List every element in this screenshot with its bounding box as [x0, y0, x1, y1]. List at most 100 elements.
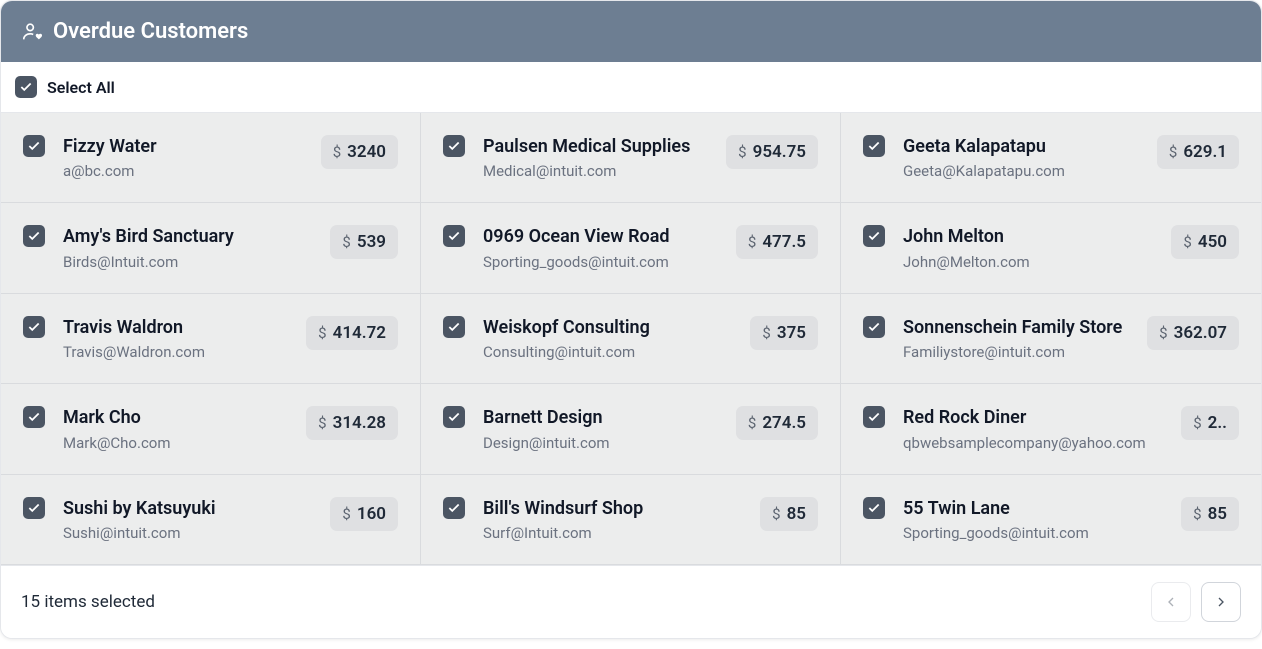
customer-name: Weiskopf Consulting: [483, 316, 738, 339]
customer-checkbox[interactable]: [443, 316, 465, 338]
select-all-label: Select All: [47, 78, 115, 97]
chevron-right-icon: [1213, 594, 1229, 610]
amount-badge: $362.07: [1147, 316, 1239, 350]
amount-badge: $85: [760, 497, 818, 531]
customer-checkbox[interactable]: [23, 497, 45, 519]
customer-content: Sonnenschein Family StoreFamiliystore@in…: [903, 316, 1239, 361]
panel-header: Overdue Customers: [1, 1, 1261, 62]
prev-page-button[interactable]: [1151, 582, 1191, 622]
customer-text: Amy's Bird SanctuaryBirds@Intuit.com: [63, 225, 318, 270]
customer-content: Sushi by KatsuyukiSushi@intuit.com$160: [63, 497, 398, 542]
customer-card[interactable]: Red Rock Dinerqbwebsamplecompany@yahoo.c…: [841, 384, 1261, 474]
customer-name: Sonnenschein Family Store: [903, 316, 1135, 339]
dollar-icon: $: [748, 414, 756, 432]
amount-badge: $477.5: [736, 225, 818, 259]
customer-card[interactable]: Sonnenschein Family StoreFamiliystore@in…: [841, 294, 1261, 384]
customer-checkbox[interactable]: [23, 135, 45, 157]
customer-card[interactable]: Weiskopf Consulting Consulting@intuit.com…: [421, 294, 841, 384]
customer-content: John MeltonJohn@Melton.com $450: [903, 225, 1239, 270]
customer-checkbox[interactable]: [23, 225, 45, 247]
customer-checkbox[interactable]: [863, 316, 885, 338]
amount-value: 954.75: [753, 142, 806, 162]
customer-card[interactable]: Fizzy Watera@bc.com$3240: [1, 113, 421, 203]
customer-content: Paulsen Medical SuppliesMedical@intuit.c…: [483, 135, 818, 180]
customer-card[interactable]: 0969 Ocean View RoadSporting_goods@intui…: [421, 203, 841, 293]
amount-value: 160: [357, 504, 386, 524]
chevron-left-icon: [1163, 594, 1179, 610]
customer-content: Bill's Windsurf ShopSurf@Intuit.com $85: [483, 497, 818, 542]
amount-badge: $954.75: [726, 135, 818, 169]
customer-card[interactable]: Paulsen Medical SuppliesMedical@intuit.c…: [421, 113, 841, 203]
pagination-nav: [1151, 582, 1241, 622]
dollar-icon: $: [748, 233, 756, 251]
customer-email: Birds@Intuit.com: [63, 253, 318, 271]
customer-text: Weiskopf Consulting Consulting@intuit.com: [483, 316, 738, 361]
amount-badge: $314.28: [306, 406, 398, 440]
customer-email: Sushi@intuit.com: [63, 524, 318, 542]
customer-content: Red Rock Dinerqbwebsamplecompany@yahoo.c…: [903, 406, 1239, 451]
customer-card[interactable]: Mark ChoMark@Cho.com $314.28: [1, 384, 421, 474]
customer-text: Paulsen Medical SuppliesMedical@intuit.c…: [483, 135, 714, 180]
customer-card[interactable]: 55 Twin LaneSporting_goods@intuit.com$85: [841, 475, 1261, 565]
customer-text: Sushi by Katsuyuki Sushi@intuit.com: [63, 497, 318, 542]
customer-checkbox[interactable]: [863, 135, 885, 157]
dollar-icon: $: [1183, 233, 1191, 251]
selection-status: 15 items selected: [21, 592, 155, 612]
customer-checkbox[interactable]: [23, 316, 45, 338]
amount-badge: $539: [330, 225, 398, 259]
customer-text: John MeltonJohn@Melton.com: [903, 225, 1159, 270]
amount-value: 85: [787, 504, 806, 524]
select-all-bar: Select All: [1, 62, 1261, 113]
customer-email: qbwebsamplecompany@yahoo.com: [903, 434, 1169, 452]
customer-text: Geeta KalapatapuGeeta@Kalapatapu.com: [903, 135, 1145, 180]
customer-text: Barnett DesignDesign@intuit.com: [483, 406, 724, 451]
customer-content: Amy's Bird SanctuaryBirds@Intuit.com $539: [63, 225, 398, 270]
customer-text: Fizzy Watera@bc.com: [63, 135, 309, 180]
customer-content: Barnett DesignDesign@intuit.com $274.5: [483, 406, 818, 451]
customer-name: Sushi by Katsuyuki: [63, 497, 318, 520]
customer-card[interactable]: Geeta KalapatapuGeeta@Kalapatapu.com$629…: [841, 113, 1261, 203]
customer-checkbox[interactable]: [863, 497, 885, 519]
customer-checkbox[interactable]: [23, 406, 45, 428]
customer-text: Travis WaldronTravis@Waldron.com: [63, 316, 294, 361]
customer-checkbox[interactable]: [443, 406, 465, 428]
amount-badge: $450: [1171, 225, 1239, 259]
amount-value: 2..: [1208, 413, 1227, 433]
customer-card[interactable]: Bill's Windsurf ShopSurf@Intuit.com $85: [421, 475, 841, 565]
customer-checkbox[interactable]: [443, 135, 465, 157]
customer-name: 0969 Ocean View Road: [483, 225, 724, 248]
customer-card[interactable]: Amy's Bird SanctuaryBirds@Intuit.com $539: [1, 203, 421, 293]
customer-name: Paulsen Medical Supplies: [483, 135, 714, 158]
panel-title: Overdue Customers: [53, 19, 248, 44]
customer-content: 55 Twin LaneSporting_goods@intuit.com$85: [903, 497, 1239, 542]
customer-checkbox[interactable]: [443, 497, 465, 519]
amount-value: 375: [777, 323, 806, 343]
customer-checkbox[interactable]: [863, 225, 885, 247]
customer-card[interactable]: John MeltonJohn@Melton.com $450: [841, 203, 1261, 293]
amount-value: 85: [1208, 504, 1227, 524]
next-page-button[interactable]: [1201, 582, 1241, 622]
amount-value: 274.5: [762, 413, 806, 433]
customer-checkbox[interactable]: [443, 225, 465, 247]
customer-name: 55 Twin Lane: [903, 497, 1169, 520]
amount-value: 314.28: [333, 413, 386, 433]
customer-email: Geeta@Kalapatapu.com: [903, 162, 1145, 180]
customer-card[interactable]: Travis WaldronTravis@Waldron.com $414.72: [1, 294, 421, 384]
customer-text: Bill's Windsurf ShopSurf@Intuit.com: [483, 497, 748, 542]
amount-badge: $85: [1181, 497, 1239, 531]
customer-checkbox[interactable]: [863, 406, 885, 428]
amount-value: 629.1: [1183, 142, 1227, 162]
amount-badge: $274.5: [736, 406, 818, 440]
dollar-icon: $: [318, 414, 326, 432]
customer-text: Mark ChoMark@Cho.com: [63, 406, 294, 451]
customer-card[interactable]: Barnett DesignDesign@intuit.com $274.5: [421, 384, 841, 474]
customer-content: 0969 Ocean View RoadSporting_goods@intui…: [483, 225, 818, 270]
amount-value: 477.5: [762, 232, 806, 252]
dollar-icon: $: [738, 143, 746, 161]
amount-badge: $375: [750, 316, 818, 350]
customer-email: Consulting@intuit.com: [483, 343, 738, 361]
customer-email: a@bc.com: [63, 162, 309, 180]
select-all-checkbox[interactable]: [15, 76, 37, 98]
amount-badge: $414.72: [306, 316, 398, 350]
customer-card[interactable]: Sushi by KatsuyukiSushi@intuit.com$160: [1, 475, 421, 565]
